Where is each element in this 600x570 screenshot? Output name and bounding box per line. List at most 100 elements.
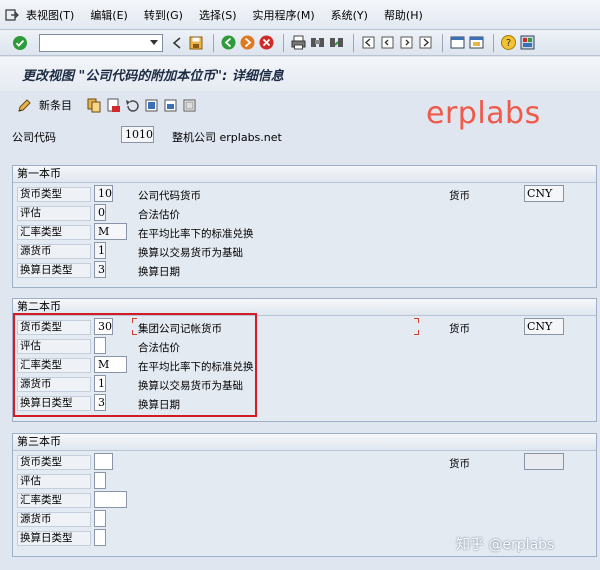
translation-date-type-field[interactable]: 3: [94, 261, 106, 278]
zhihu-watermark: 知乎 @erplabs: [456, 537, 555, 553]
translation-date-type-field[interactable]: [94, 529, 106, 546]
toolbar-separator: [493, 33, 494, 52]
group-title: 第二本币: [13, 299, 596, 316]
translation-date-type-field[interactable]: 3: [94, 394, 106, 411]
standard-toolbar: ?: [0, 30, 600, 56]
print-icon[interactable]: [290, 35, 306, 51]
valuation-field[interactable]: 0: [94, 204, 106, 221]
company-code-field[interactable]: 1010: [121, 126, 154, 143]
currency-type-field[interactable]: 30: [94, 318, 113, 335]
menu-goto[interactable]: 转到(G): [144, 7, 183, 23]
last-page-icon[interactable]: [417, 35, 433, 51]
row-translation-date-type: 换算日类型 3 换算日期: [13, 261, 596, 280]
translation-date-type-label: 换算日类型: [17, 396, 91, 411]
select-all-icon[interactable]: [143, 97, 159, 113]
field-focus-bracket: [132, 330, 137, 335]
shortcut-icon[interactable]: [468, 35, 484, 51]
row-currency-type: 货币类型 货币: [13, 453, 596, 472]
menu-help[interactable]: 帮助(H): [384, 7, 423, 23]
row-currency-type: 货币类型 10 公司代码货币 货币 CNY: [13, 185, 596, 204]
translation-date-type-label: 换算日类型: [17, 263, 91, 278]
currency-type-label: 货币类型: [17, 187, 91, 202]
command-field[interactable]: [39, 33, 163, 52]
enter-check-icon[interactable]: [12, 35, 28, 51]
cancel-icon[interactable]: [258, 35, 274, 51]
field-focus-bracket: [132, 318, 137, 323]
select-block-icon[interactable]: [162, 97, 178, 113]
delete-icon[interactable]: [105, 97, 121, 113]
row-exchange-rate-type: 汇率类型 M 在平均比率下的标准兑换: [13, 223, 596, 242]
command-input[interactable]: [40, 34, 144, 51]
toolbar-separator: [213, 33, 214, 52]
new-entries-button[interactable]: 新条目: [39, 97, 72, 113]
back-icon[interactable]: [169, 35, 185, 51]
toolbar-separator: [283, 33, 284, 52]
first-page-icon[interactable]: [360, 35, 376, 51]
erplabs-watermark: erplabs: [426, 96, 541, 131]
exchange-rate-type-field[interactable]: M: [94, 223, 127, 240]
source-currency-label: 源货币: [17, 377, 91, 392]
source-currency-label: 源货币: [17, 512, 91, 527]
currency-type-desc: 集团公司记帐货币: [138, 323, 222, 335]
menu-system[interactable]: 系统(Y): [331, 7, 368, 23]
menu-bar: 表视图(T) 编辑(E) 转到(G) 选择(S) 实用程序(M) 系统(Y) 帮…: [0, 0, 600, 30]
toolbar-separator: [353, 33, 354, 52]
next-page-icon[interactable]: [398, 35, 414, 51]
copy-as-icon[interactable]: [86, 97, 102, 113]
exit-icon[interactable]: [239, 35, 255, 51]
exchange-rate-type-field[interactable]: M: [94, 356, 127, 373]
menu-utilities[interactable]: 实用程序(M): [253, 7, 315, 23]
group-second-local-currency: 第二本币 货币类型 30 集团公司记帐货币 货币 CNY 评估 合法估价 汇率类…: [12, 298, 597, 422]
group-first-local-currency: 第一本币 货币类型 10 公司代码货币 货币 CNY 评估 0 合法估价 汇率类…: [12, 165, 597, 288]
undo-change-icon[interactable]: [124, 97, 140, 113]
row-translation-date-type: 换算日类型 3 换算日期: [13, 394, 596, 413]
currency-type-label: 货币类型: [17, 455, 91, 470]
currency-label: 货币: [449, 190, 470, 202]
valuation-label: 评估: [17, 339, 91, 354]
source-currency-field[interactable]: 1: [94, 375, 106, 392]
valuation-label: 评估: [17, 206, 91, 221]
currency-label: 货币: [449, 323, 470, 335]
layout-icon[interactable]: [519, 35, 535, 51]
currency-field[interactable]: [524, 453, 564, 470]
help-icon[interactable]: ?: [500, 35, 516, 51]
exchange-rate-type-label: 汇率类型: [17, 225, 91, 240]
currency-label: 货币: [449, 458, 470, 470]
field-focus-bracket: [414, 318, 419, 323]
exchange-rate-type-label: 汇率类型: [17, 358, 91, 373]
valuation-field[interactable]: [94, 472, 106, 489]
exchange-rate-type-desc: 在平均比率下的标准兑换: [138, 228, 254, 240]
currency-type-field[interactable]: [94, 453, 113, 470]
row-valuation: 评估: [13, 472, 596, 491]
title-bar: 更改视图 "公司代码的附加本位币": 详细信息: [0, 57, 600, 91]
find-icon[interactable]: [309, 35, 325, 51]
exchange-rate-type-desc: 在平均比率下的标准兑换: [138, 361, 254, 373]
save-icon[interactable]: [188, 35, 204, 51]
currency-field[interactable]: CNY: [524, 318, 564, 335]
source-currency-field[interactable]: [94, 510, 106, 527]
translation-date-type-desc: 换算日期: [138, 399, 180, 411]
menu-exit-icon[interactable]: [4, 7, 20, 23]
change-pencil-icon[interactable]: [16, 97, 32, 113]
source-currency-field[interactable]: 1: [94, 242, 106, 259]
company-code-label: 公司代码: [12, 131, 56, 144]
menu-selection[interactable]: 选择(S): [199, 7, 237, 23]
prev-page-icon[interactable]: [379, 35, 395, 51]
currency-type-field[interactable]: 10: [94, 185, 113, 202]
menu-table-view[interactable]: 表视图(T): [26, 7, 74, 23]
menu-edit[interactable]: 编辑(E): [90, 7, 128, 23]
row-valuation: 评估 合法估价: [13, 337, 596, 356]
currency-type-desc: 公司代码货币: [138, 190, 201, 202]
deselect-all-icon[interactable]: [181, 97, 197, 113]
source-currency-label: 源货币: [17, 244, 91, 259]
chevron-down-icon[interactable]: [146, 35, 162, 51]
group-title: 第三本币: [13, 434, 596, 451]
find-next-icon[interactable]: [328, 35, 344, 51]
row-source-currency: 源货币: [13, 510, 596, 529]
currency-field[interactable]: CNY: [524, 185, 564, 202]
group-title: 第一本币: [13, 166, 596, 183]
exchange-rate-type-field[interactable]: [94, 491, 127, 508]
back-green-icon[interactable]: [220, 35, 236, 51]
new-session-icon[interactable]: [449, 35, 465, 51]
valuation-field[interactable]: [94, 337, 106, 354]
